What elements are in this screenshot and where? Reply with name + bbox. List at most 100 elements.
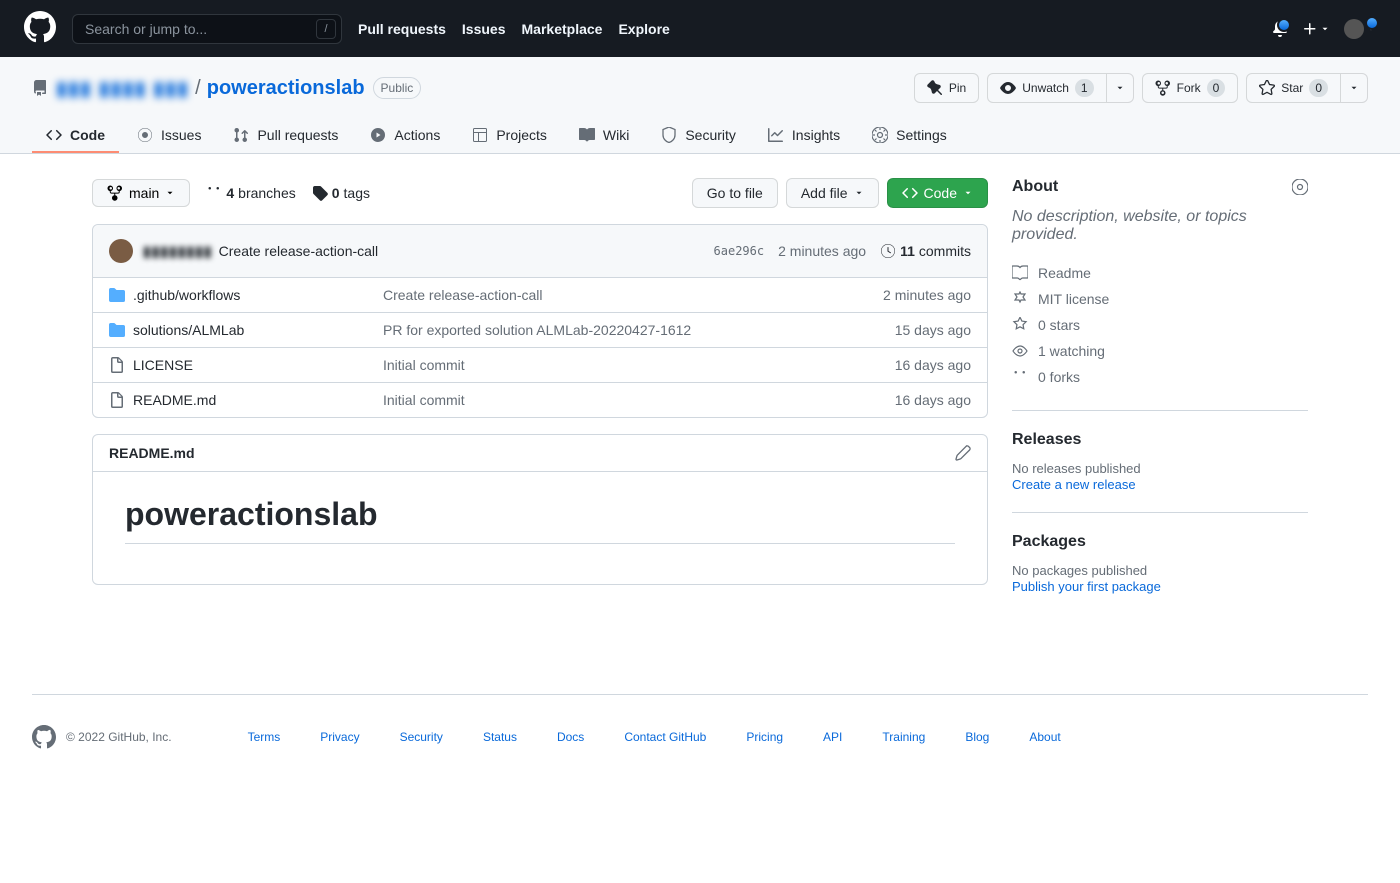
watch-button[interactable]: Unwatch 1 <box>987 73 1106 103</box>
commits-label: commits <box>919 243 971 259</box>
code-download-button[interactable]: Code <box>887 178 988 208</box>
notifications-icon[interactable] <box>1272 21 1288 37</box>
footer-link[interactable]: Terms <box>248 730 281 744</box>
header-right <box>1272 19 1376 39</box>
branches-link[interactable]: 4 branches <box>206 185 295 201</box>
readme-filename-link[interactable]: README.md <box>109 445 195 461</box>
avatar <box>1344 19 1364 39</box>
watch-dropdown[interactable] <box>1107 73 1134 103</box>
tab-issues-label: Issues <box>161 127 201 143</box>
pin-label: Pin <box>949 81 966 95</box>
tags-link[interactable]: 0 tags <box>312 185 370 201</box>
commit-author-name[interactable]: ▮▮▮▮▮▮▮▮ <box>143 243 213 260</box>
nav-pull-requests[interactable]: Pull requests <box>358 21 446 37</box>
about-heading: About <box>1012 178 1058 196</box>
tags-count: 0 <box>332 185 340 201</box>
releases-none-text: No releases published <box>1012 461 1308 476</box>
footer-link[interactable]: Docs <box>557 730 584 744</box>
file-row: solutions/ALMLab PR for exported solutio… <box>93 313 987 348</box>
file-name-link[interactable]: README.md <box>133 392 383 408</box>
github-logo[interactable] <box>24 11 56 46</box>
user-menu[interactable] <box>1344 19 1376 39</box>
header-nav: Pull requests Issues Marketplace Explore <box>358 21 670 37</box>
create-new-dropdown[interactable] <box>1302 21 1330 37</box>
nav-issues[interactable]: Issues <box>462 21 506 37</box>
footer: © 2022 GitHub, Inc. Terms Privacy Security… <box>32 694 1368 809</box>
footer-link[interactable]: Contact GitHub <box>624 730 706 744</box>
watching-link[interactable]: 1 watching <box>1038 343 1105 359</box>
copyright-text: © 2022 GitHub, Inc. <box>66 730 172 744</box>
forks-link[interactable]: 0 forks <box>1038 369 1080 385</box>
tab-issues[interactable]: Issues <box>123 119 215 153</box>
tab-actions[interactable]: Actions <box>356 119 454 153</box>
tab-insights-label: Insights <box>792 127 840 143</box>
star-label: Star <box>1281 81 1303 95</box>
releases-heading: Releases <box>1012 431 1308 449</box>
pin-button[interactable]: Pin <box>914 73 979 103</box>
file-commit-link[interactable]: Initial commit <box>383 392 831 408</box>
branches-label: branches <box>238 185 296 201</box>
file-row: README.md Initial commit 16 days ago <box>93 383 987 417</box>
commit-author-avatar[interactable] <box>109 239 133 263</box>
footer-link[interactable]: Blog <box>965 730 989 744</box>
readme-link[interactable]: Readme <box>1038 265 1091 281</box>
tab-wiki[interactable]: Wiki <box>565 119 643 153</box>
footer-link[interactable]: API <box>823 730 842 744</box>
file-commit-link[interactable]: PR for exported solution ALMLab-20220427… <box>383 322 831 338</box>
tab-code-label: Code <box>70 127 105 143</box>
footer-link[interactable]: Privacy <box>320 730 359 744</box>
commits-count: 11 <box>900 243 915 259</box>
tab-insights[interactable]: Insights <box>754 119 854 153</box>
fork-button[interactable]: Fork 0 <box>1142 73 1239 103</box>
commits-history-link[interactable]: 11 commits <box>880 243 971 259</box>
readme-box: README.md poweractionslab <box>92 434 988 585</box>
tab-projects[interactable]: Projects <box>458 119 561 153</box>
footer-link[interactable]: About <box>1029 730 1060 744</box>
visibility-badge: Public <box>373 77 422 99</box>
go-to-file-button[interactable]: Go to file <box>692 178 778 208</box>
file-name-link[interactable]: .github/workflows <box>133 287 383 303</box>
search-input[interactable] <box>72 14 342 44</box>
tab-settings[interactable]: Settings <box>858 119 961 153</box>
commit-sha[interactable]: 6ae296c <box>714 244 765 258</box>
global-header: / Pull requests Issues Marketplace Explo… <box>0 0 1400 57</box>
tags-label: tags <box>344 185 370 201</box>
publish-package-link[interactable]: Publish your first package <box>1012 579 1161 594</box>
create-release-link[interactable]: Create a new release <box>1012 477 1136 492</box>
file-listing-box: ▮▮▮▮▮▮▮▮ Create release-action-call 6ae2… <box>92 224 988 418</box>
stars-link[interactable]: 0 stars <box>1038 317 1080 333</box>
repo-name-link[interactable]: poweractionslab <box>207 77 365 100</box>
tab-security[interactable]: Security <box>647 119 750 153</box>
repo-head: ▮▮▮ ▮▮▮▮ ▮▮▮ / poweractionslab Public Pi… <box>0 57 1400 154</box>
nav-marketplace[interactable]: Marketplace <box>522 21 603 37</box>
packages-heading: Packages <box>1012 533 1308 551</box>
branch-name: main <box>129 185 159 201</box>
nav-explore[interactable]: Explore <box>618 21 669 37</box>
file-time: 16 days ago <box>831 392 971 408</box>
footer-link[interactable]: Pricing <box>746 730 783 744</box>
commit-message-link[interactable]: Create release-action-call <box>219 243 379 259</box>
commit-time: 2 minutes ago <box>778 243 866 259</box>
edit-readme-icon[interactable] <box>955 445 971 461</box>
file-commit-link[interactable]: Initial commit <box>383 357 831 373</box>
tab-pull-requests[interactable]: Pull requests <box>219 119 352 153</box>
fork-label: Fork <box>1177 81 1201 95</box>
repo-owner-link[interactable]: ▮▮▮ ▮▮▮▮ ▮▮▮ <box>56 76 189 101</box>
add-file-button[interactable]: Add file <box>786 178 879 208</box>
star-dropdown[interactable] <box>1341 73 1368 103</box>
about-settings-icon[interactable] <box>1292 179 1308 195</box>
star-button[interactable]: Star 0 <box>1246 73 1341 103</box>
file-row: .github/workflows Create release-action-… <box>93 278 987 313</box>
license-link[interactable]: MIT license <box>1038 291 1109 307</box>
branch-select-button[interactable]: main <box>92 179 190 207</box>
file-commit-link[interactable]: Create release-action-call <box>383 287 831 303</box>
footer-link[interactable]: Training <box>882 730 925 744</box>
file-name-link[interactable]: LICENSE <box>133 357 383 373</box>
file-name-link[interactable]: solutions/ALMLab <box>133 322 383 338</box>
tab-code[interactable]: Code <box>32 119 119 153</box>
tab-settings-label: Settings <box>896 127 947 143</box>
tab-actions-label: Actions <box>394 127 440 143</box>
footer-link[interactable]: Security <box>400 730 443 744</box>
footer-link[interactable]: Status <box>483 730 517 744</box>
tab-security-label: Security <box>685 127 736 143</box>
